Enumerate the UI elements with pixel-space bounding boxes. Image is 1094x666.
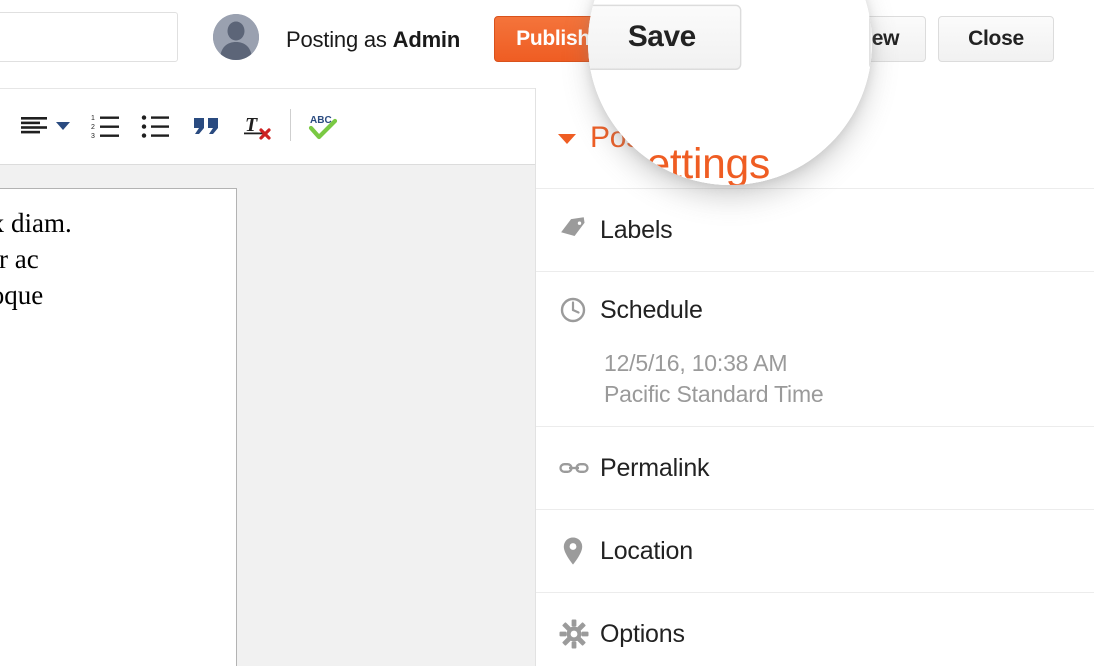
remove-formatting-icon[interactable]: T: [236, 103, 280, 149]
sidebar-item-schedule[interactable]: Schedule 12/5/16, 10:38 AM Pacific Stand…: [536, 272, 1094, 427]
clock-icon: [558, 295, 600, 325]
svg-text:3: 3: [91, 133, 95, 139]
sidebar-item-labels[interactable]: Labels: [536, 189, 1094, 272]
gear-icon: [558, 618, 600, 650]
sidebar-item-permalink[interactable]: Permalink: [536, 427, 1094, 510]
top-bar: Posting as Admin Publish Save view Close: [0, 0, 1094, 88]
link-chain-icon: [558, 453, 600, 483]
toolbar-divider: [290, 109, 291, 141]
sidebar-item-label: Permalink: [600, 453, 710, 482]
post-body-box[interactable]: ut ex diam. dolor ac natoque: [0, 188, 237, 666]
bulleted-list-icon[interactable]: [134, 103, 178, 149]
svg-text:2: 2: [91, 124, 95, 131]
formatting-toolbar: 1 2 3 T ABC: [0, 88, 535, 165]
chevron-down-icon[interactable]: [50, 103, 76, 149]
caret-down-icon[interactable]: [558, 134, 576, 144]
schedule-value: 12/5/16, 10:38 AM Pacific Standard Time: [604, 350, 824, 407]
magnifier-content: Publish Save view Post settings: [588, 0, 872, 185]
svg-text:ABC: ABC: [310, 115, 332, 126]
svg-text:1: 1: [91, 115, 95, 122]
avatar: [213, 14, 259, 60]
magnified-post-settings-header: Post settings: [588, 141, 770, 185]
sidebar-item-label: Location: [600, 536, 693, 565]
sidebar-item-label: Schedule: [600, 295, 703, 324]
sidebar-item-location[interactable]: Location: [536, 510, 1094, 593]
numbered-list-icon[interactable]: 1 2 3: [84, 103, 128, 149]
post-title-input[interactable]: [0, 12, 178, 62]
magnifier-lens: Publish Save view Post settings: [588, 0, 872, 185]
posting-as-prefix: Posting as: [286, 27, 393, 52]
label-tag-icon: [558, 215, 600, 245]
post-body-text[interactable]: ut ex diam. dolor ac natoque: [0, 189, 236, 313]
post-editor-canvas: ut ex diam. dolor ac natoque: [0, 165, 535, 666]
posting-as-label: Posting as Admin: [286, 27, 460, 53]
magnified-save-button: Save: [588, 4, 742, 70]
sidebar-item-label: Labels: [600, 215, 673, 244]
location-pin-icon: [558, 535, 600, 567]
sidebar-item-options[interactable]: Options: [536, 593, 1094, 666]
magnified-post-settings-title: Post settings: [588, 140, 770, 185]
spellcheck-icon[interactable]: ABC: [302, 103, 346, 149]
blockquote-icon[interactable]: [186, 103, 228, 149]
magnified-preview-button: view: [869, 4, 872, 70]
posting-as-user: Admin: [392, 27, 461, 52]
close-button[interactable]: Close: [938, 16, 1054, 62]
sidebar-item-label: Options: [600, 619, 685, 648]
blogger-post-editor-screen: Posting as Admin Publish Save view Close: [0, 0, 1094, 666]
